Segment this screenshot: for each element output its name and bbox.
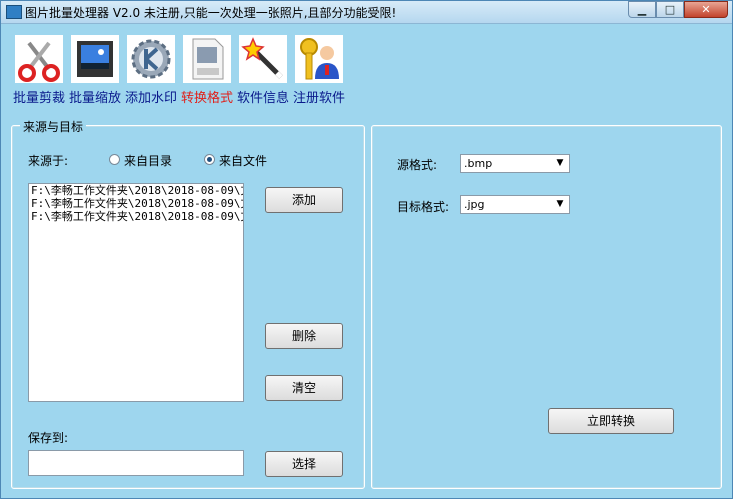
source-format-label: 源格式: xyxy=(397,158,438,172)
tool-label: 软件信息 xyxy=(236,91,289,106)
tool-label: 转换格式 xyxy=(180,91,233,106)
clear-button[interactable]: 清空 xyxy=(265,375,343,401)
main-window: 图片批量处理器 V2.0 未注册,只能一次处理一张照片,且部分功能受限! ▁ □… xyxy=(0,0,733,499)
minimize-button[interactable]: ▁ xyxy=(628,1,656,18)
source-format-value: .bmp xyxy=(464,157,493,170)
target-format-value: .jpg xyxy=(464,198,485,211)
tool-convert-format[interactable]: 转换格式 xyxy=(180,35,234,106)
key-user-icon xyxy=(295,35,343,83)
tool-label: 批量缩放 xyxy=(68,91,121,106)
save-to-label: 保存到: xyxy=(28,431,69,445)
radio-from-directory[interactable] xyxy=(109,154,120,165)
kde-gear-icon xyxy=(127,35,175,83)
list-item[interactable]: F:\李畅工作文件夹\2018\2018-08-09\文 xyxy=(29,184,243,197)
group-title: 来源与目标 xyxy=(20,118,87,135)
radio-from-file-label[interactable]: 来自文件 xyxy=(219,152,267,169)
tool-register[interactable]: 注册软件 xyxy=(292,35,346,106)
tool-add-watermark[interactable]: 添加水印 xyxy=(124,35,178,106)
tool-batch-crop[interactable]: 批量剪裁 xyxy=(12,35,66,106)
target-format-select[interactable]: .jpg ▼ xyxy=(460,195,570,214)
title-bar: 图片批量处理器 V2.0 未注册,只能一次处理一张照片,且部分功能受限! ▁ □… xyxy=(1,1,732,24)
radio-from-file[interactable] xyxy=(204,154,215,165)
format-group xyxy=(371,125,722,489)
chevron-down-icon: ▼ xyxy=(556,158,564,168)
magic-wand-icon xyxy=(239,35,287,83)
target-format-label: 目标格式: xyxy=(397,200,450,214)
tool-batch-resize[interactable]: 批量缩放 xyxy=(68,35,122,106)
jpeg-file-icon xyxy=(183,35,231,83)
file-list[interactable]: F:\李畅工作文件夹\2018\2018-08-09\文 F:\李畅工作文件夹\… xyxy=(28,183,244,402)
chevron-down-icon: ▼ xyxy=(556,199,564,209)
window-title: 图片批量处理器 V2.0 未注册,只能一次处理一张照片,且部分功能受限! xyxy=(25,6,397,20)
list-item[interactable]: F:\李畅工作文件夹\2018\2018-08-09\文 xyxy=(29,210,243,223)
close-button[interactable]: ✕ xyxy=(684,1,728,18)
tool-software-info[interactable]: 软件信息 xyxy=(236,35,290,106)
add-button[interactable]: 添加 xyxy=(265,187,343,213)
tool-label: 注册软件 xyxy=(292,91,345,106)
radio-from-directory-label[interactable]: 来自目录 xyxy=(124,152,172,169)
source-format-select[interactable]: .bmp ▼ xyxy=(460,154,570,173)
choose-button[interactable]: 选择 xyxy=(265,451,343,477)
maximize-button[interactable]: □ xyxy=(656,1,684,18)
scissors-icon xyxy=(15,35,63,83)
tool-label: 批量剪裁 xyxy=(12,91,65,106)
convert-now-button[interactable]: 立即转换 xyxy=(548,408,674,434)
list-item[interactable]: F:\李畅工作文件夹\2018\2018-08-09\文 xyxy=(29,197,243,210)
source-label: 来源于: xyxy=(28,154,69,168)
delete-button[interactable]: 删除 xyxy=(265,323,343,349)
app-icon xyxy=(6,5,22,19)
save-path-input[interactable] xyxy=(28,450,244,476)
picture-icon xyxy=(71,35,119,83)
tool-label: 添加水印 xyxy=(124,91,177,106)
